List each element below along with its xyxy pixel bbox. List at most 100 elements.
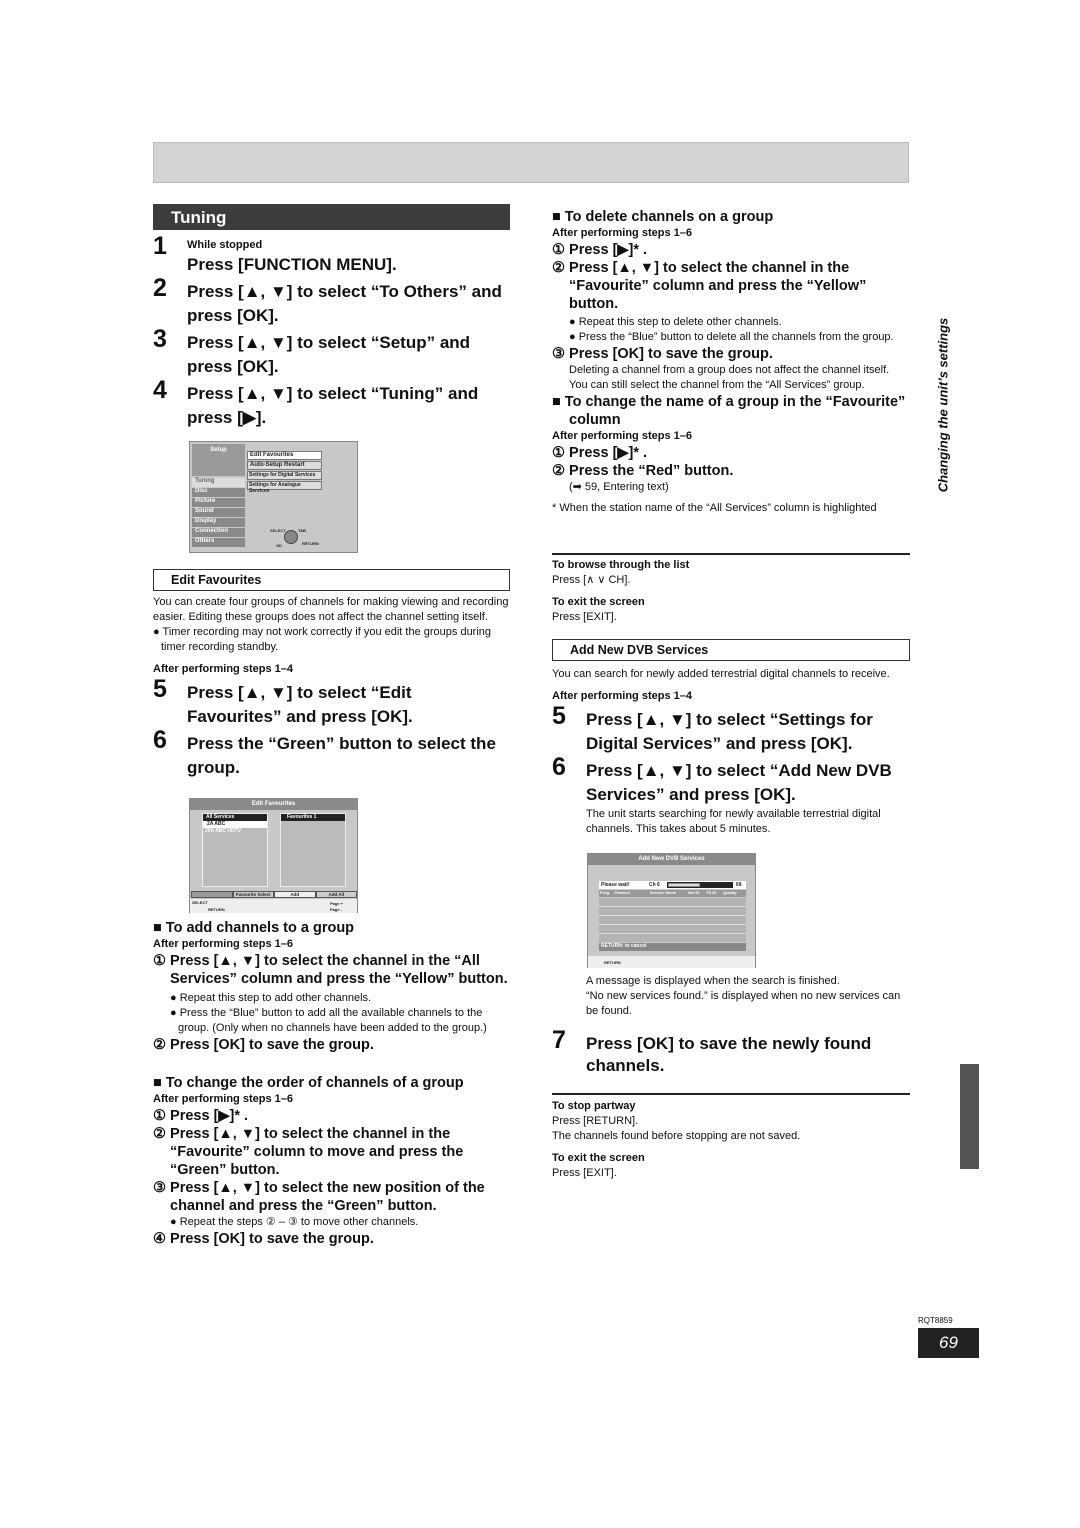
step-6: Press the “Green” button to select the g… — [187, 734, 496, 777]
setup-screen: Setup Tuning Disc Picture Sound Display … — [189, 441, 358, 553]
menu-item-picture: Picture — [192, 498, 245, 507]
results-header: Prog. Channel Service Name Net ID TS ID … — [599, 890, 746, 897]
note-text: Deleting a channel from a group does not… — [569, 364, 890, 391]
tip-title: To browse through the list — [552, 559, 690, 571]
step-number: 1 — [153, 232, 167, 260]
footnote: * When the station name of the “All Serv… — [552, 502, 877, 514]
setup-menu: Tuning Disc Picture Sound Display Connec… — [192, 478, 245, 547]
column-header: Channel — [614, 890, 630, 895]
blue-button: Add All — [315, 891, 357, 898]
step-number: 5 — [153, 675, 167, 703]
tip-title: To stop partway — [552, 1100, 636, 1112]
channel-label: Ch 6 — [649, 882, 660, 888]
substep-1: ① Press [▶]* . — [153, 1108, 249, 1124]
option-digital-services: Settings for Digital Services — [247, 471, 322, 480]
setup-options: Edit Favourites Auto-Setup Restart Setti… — [247, 451, 322, 494]
screen-title: Add New DVB Services — [588, 854, 755, 865]
menu-item-connection: Connection — [192, 528, 245, 537]
subheading-text: To delete channels on a group — [564, 209, 774, 225]
nav-tab-label: TAB — [298, 528, 306, 533]
step-number: 6 — [153, 726, 167, 754]
tip-text: The channels found before stopping are n… — [552, 1130, 801, 1142]
section-heading: Add New DVB Services — [552, 639, 910, 661]
list-tips: To browse through the list Press [∧ ∨ CH… — [552, 558, 910, 625]
bullet-note: ● Repeat this step to delete other chann… — [569, 316, 782, 328]
step-1: Press [FUNCTION MENU]. — [187, 255, 397, 274]
column-header: Quality — [723, 890, 737, 895]
step-number: 6 — [552, 753, 566, 781]
screen-footer: RETURN — [588, 956, 755, 968]
after-steps: After performing steps 1–6 — [552, 227, 692, 239]
return-label: RETURN — [604, 960, 621, 965]
step-3: Press [▲, ▼] to select “Setup” and press… — [187, 333, 471, 376]
page-number: 69 — [918, 1328, 979, 1358]
subheading: ■ To change the name of a group in the “… — [552, 394, 906, 428]
bullet-text: Press the “Blue” button to delete all th… — [578, 331, 894, 343]
after-steps: After performing steps 1–4 — [552, 690, 692, 702]
header-band — [153, 142, 909, 183]
after-steps: After performing steps 1–4 — [153, 663, 293, 675]
yellow-button: Add — [274, 891, 316, 898]
navigation-wheel-icon — [284, 530, 298, 544]
bullet-note: ● Press the “Blue” button to add all the… — [170, 1007, 487, 1034]
bullet-text: Repeat this step to delete other channel… — [578, 316, 782, 328]
results-table — [599, 898, 746, 942]
subheading-text: To add channels to a group — [165, 920, 355, 936]
column-header: Prog. — [600, 890, 611, 895]
side-tab — [960, 1064, 979, 1169]
cancel-hint: RETURN: to cancel — [599, 943, 746, 951]
all-services-list: All Services 2A ABC 20A ABC HDTV — [202, 813, 268, 887]
wait-label: Please wait! — [601, 882, 630, 888]
dvb-tips: To stop partway Press [RETURN]. The chan… — [552, 1099, 910, 1181]
step-5: Press [▲, ▼] to select “Edit Favourites”… — [187, 683, 413, 726]
substep-1: ① Press [▶]* . — [552, 445, 648, 461]
subheading-text: To change the name of a group in the “Fa… — [564, 394, 906, 428]
tip-text: Press [RETURN]. — [552, 1115, 639, 1127]
add-channels-section: ■ To add channels to a group After perfo… — [153, 919, 513, 1054]
intro-text: You can search for newly added terrestri… — [552, 668, 890, 680]
after-steps: After performing steps 1–6 — [552, 430, 692, 442]
step-number: 7 — [552, 1026, 566, 1054]
substep-2: ② Press [▲, ▼] to select the channel in … — [552, 260, 867, 312]
divider — [552, 1093, 910, 1095]
tuning-section: Tuning 1 While stopped Press [FUNCTION M… — [153, 204, 510, 430]
option-auto-setup: Auto-Setup Restart — [247, 461, 322, 470]
favourites-list: Favourites 1 — [280, 813, 346, 887]
tip-text: Press [EXIT]. — [552, 611, 617, 623]
after-steps: After performing steps 1–6 — [153, 938, 293, 950]
substep-2: ② Press the “Red” button. — [552, 463, 734, 479]
substep-1: ① Press [▶]* . — [552, 242, 648, 258]
bullet-note: ● Press the “Blue” button to delete all … — [569, 331, 894, 343]
step-number: 4 — [153, 376, 167, 404]
step-4: Press [▲, ▼] to select “Tuning” and pres… — [187, 384, 479, 427]
side-label-text: Changing the unit’s settings — [935, 317, 951, 493]
step-5: Press [▲, ▼] to select “Settings for Dig… — [586, 710, 873, 753]
end-channel-label: 69 — [736, 882, 742, 888]
step-precondition: While stopped — [187, 239, 263, 251]
edit-favourites-section: Edit Favourites You can create four grou… — [153, 569, 510, 780]
menu-item-sound: Sound — [192, 508, 245, 517]
side-label: Changing the unit’s settings — [930, 300, 956, 510]
bullet-note: ● Repeat this step to add other channels… — [170, 992, 372, 1004]
list-item: 2A ABC — [203, 821, 267, 828]
page-plus-label: Page + — [330, 901, 344, 906]
document-code: RQT8859 — [918, 1316, 953, 1325]
step-6: Press [▲, ▼] to select “Add New DVB Serv… — [586, 761, 892, 804]
bullet-text: Repeat this step to add other channels. — [179, 992, 372, 1004]
delete-channels-section: ■ To delete channels on a group After pe… — [552, 208, 910, 516]
progress-bar — [667, 882, 733, 888]
button-bar: Favourite Select Add Add All — [191, 891, 357, 898]
section-title: Tuning — [153, 204, 510, 230]
add-dvb-screen: Add New DVB Services Please wait! Ch 6 6… — [587, 853, 756, 968]
substep-3: ③ Press [OK] to save the group. — [552, 346, 773, 362]
column-header: TS ID — [706, 890, 717, 895]
list-item: 20A ABC HDTV — [205, 828, 242, 834]
nav-return-label: RETURN — [302, 541, 319, 546]
divider — [552, 553, 910, 555]
step-number: 2 — [153, 274, 167, 302]
bullet-note: ● Timer recording may not work correctly… — [153, 626, 492, 653]
progress-row: Please wait! Ch 6 69 — [599, 881, 746, 889]
column-header: All Services — [203, 814, 267, 821]
intro-text: You can create four groups of channels f… — [153, 596, 509, 623]
step-number: 3 — [153, 325, 167, 353]
